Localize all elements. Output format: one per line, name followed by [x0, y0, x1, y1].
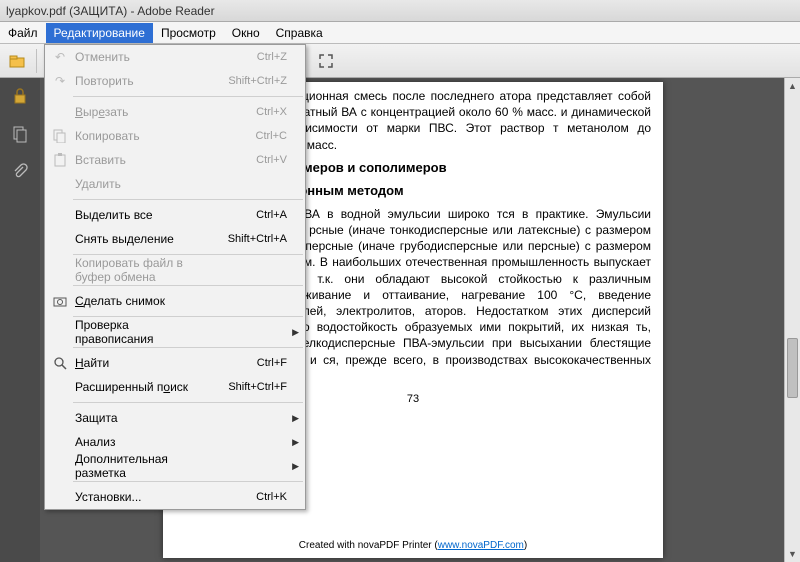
menu-label: Установки... [71, 490, 209, 504]
footer-text: ) [524, 540, 527, 551]
footer-link[interactable]: www.novaPDF.com [438, 540, 524, 551]
submenu-arrow-icon: ▶ [287, 437, 299, 448]
menu-label: Анализ [71, 435, 209, 449]
menu-label: Проверка правописания [71, 318, 209, 346]
menu-cut: Вырезать Ctrl+X [45, 100, 305, 124]
menu-shortcut: Ctrl+Z [209, 51, 287, 63]
menu-analysis[interactable]: Анализ ▶ [45, 430, 305, 454]
menu-snapshot[interactable]: Сделать снимок [45, 289, 305, 313]
open-button[interactable] [4, 48, 30, 74]
menu-adv-search[interactable]: Расширенный поиск Shift+Ctrl+F [45, 375, 305, 399]
menu-separator [73, 96, 303, 97]
submenu-arrow-icon: ▶ [287, 327, 299, 338]
menu-label: Дополнительная разметка [71, 452, 209, 480]
submenu-arrow-icon: ▶ [287, 413, 299, 424]
menu-shortcut: Ctrl+X [209, 106, 287, 118]
menu-separator [73, 481, 303, 482]
lock-icon[interactable] [8, 84, 32, 108]
menu-label: Выделить все [71, 208, 209, 222]
scroll-up-icon[interactable]: ▲ [785, 78, 800, 94]
menu-undo: ↶ Отменить Ctrl+Z [45, 45, 305, 69]
attachment-icon[interactable] [8, 160, 32, 184]
menu-separator [73, 254, 303, 255]
menu-shortcut: Shift+Ctrl+F [209, 381, 287, 393]
window-title: lyapkov.pdf (ЗАЩИТА) - Adobe Reader [6, 4, 215, 18]
menu-find[interactable]: Найти Ctrl+F [45, 351, 305, 375]
menu-shortcut: Ctrl+V [209, 154, 287, 166]
menu-label: Защита [71, 411, 209, 425]
toolbar-separator [36, 49, 37, 73]
menu-paste: Вставить Ctrl+V [45, 148, 305, 172]
menu-protection[interactable]: Защита ▶ [45, 406, 305, 430]
menu-extras[interactable]: Дополнительная разметка ▶ [45, 454, 305, 478]
menu-help[interactable]: Справка [268, 23, 331, 43]
menu-shortcut: Shift+Ctrl+Z [209, 75, 287, 87]
menu-label: Снять выделение [71, 232, 209, 246]
menu-label: Копировать файл в буфер обмена [71, 256, 209, 284]
menu-select-all[interactable]: Выделить все Ctrl+A [45, 203, 305, 227]
paste-icon [49, 153, 71, 167]
menu-preferences[interactable]: Установки... Ctrl+K [45, 485, 305, 509]
menu-separator [73, 199, 303, 200]
nav-sidebar [0, 78, 40, 562]
menu-label: Вырезать [71, 105, 209, 119]
window-titlebar: lyapkov.pdf (ЗАЩИТА) - Adobe Reader [0, 0, 800, 22]
menu-separator [73, 316, 303, 317]
redo-icon: ↷ [49, 74, 71, 88]
menu-label: Расширенный поиск [71, 380, 209, 394]
menu-file[interactable]: Файл [0, 23, 46, 43]
page-footer: Created with novaPDF Printer (www.novaPD… [163, 535, 663, 557]
menu-label: Найти [71, 356, 209, 370]
fullscreen-button[interactable] [313, 48, 339, 74]
menu-shortcut: Ctrl+C [209, 130, 287, 142]
menu-redo: ↷ Повторить Shift+Ctrl+Z [45, 69, 305, 93]
undo-icon: ↶ [49, 50, 71, 64]
edit-dropdown: ↶ Отменить Ctrl+Z ↷ Повторить Shift+Ctrl… [44, 44, 306, 510]
submenu-arrow-icon: ▶ [287, 461, 299, 472]
scroll-down-icon[interactable]: ▼ [785, 546, 800, 562]
menu-label: Копировать [71, 129, 209, 143]
menu-view[interactable]: Просмотр [153, 23, 224, 43]
menu-label: Повторить [71, 74, 209, 88]
menu-shortcut: Ctrl+A [209, 209, 287, 221]
scroll-thumb[interactable] [787, 338, 798, 398]
menu-spellcheck[interactable]: Проверка правописания ▶ [45, 320, 305, 344]
menu-copy-file: Копировать файл в буфер обмена [45, 258, 305, 282]
menu-window[interactable]: Окно [224, 23, 268, 43]
menu-label: Удалить [71, 177, 209, 191]
menu-edit[interactable]: Редактирование [46, 23, 153, 43]
menu-delete: Удалить [45, 172, 305, 196]
menu-label: Вставить [71, 153, 209, 167]
menu-separator [73, 347, 303, 348]
menubar: Файл Редактирование Просмотр Окно Справк… [0, 22, 800, 44]
menu-separator [73, 285, 303, 286]
footer-text: Created with novaPDF Printer ( [299, 540, 438, 551]
menu-shortcut: Ctrl+K [209, 491, 287, 503]
search-icon [49, 356, 71, 370]
menu-deselect[interactable]: Снять выделение Shift+Ctrl+A [45, 227, 305, 251]
menu-shortcut: Shift+Ctrl+A [209, 233, 287, 245]
menu-label: Отменить [71, 50, 209, 64]
copy-icon [49, 129, 71, 143]
menu-copy: Копировать Ctrl+C [45, 124, 305, 148]
vertical-scrollbar[interactable]: ▲ ▼ [784, 78, 800, 562]
camera-icon [49, 294, 71, 308]
menu-separator [73, 402, 303, 403]
menu-shortcut: Ctrl+F [209, 357, 287, 369]
pages-icon[interactable] [8, 122, 32, 146]
menu-label: Сделать снимок [71, 294, 209, 308]
